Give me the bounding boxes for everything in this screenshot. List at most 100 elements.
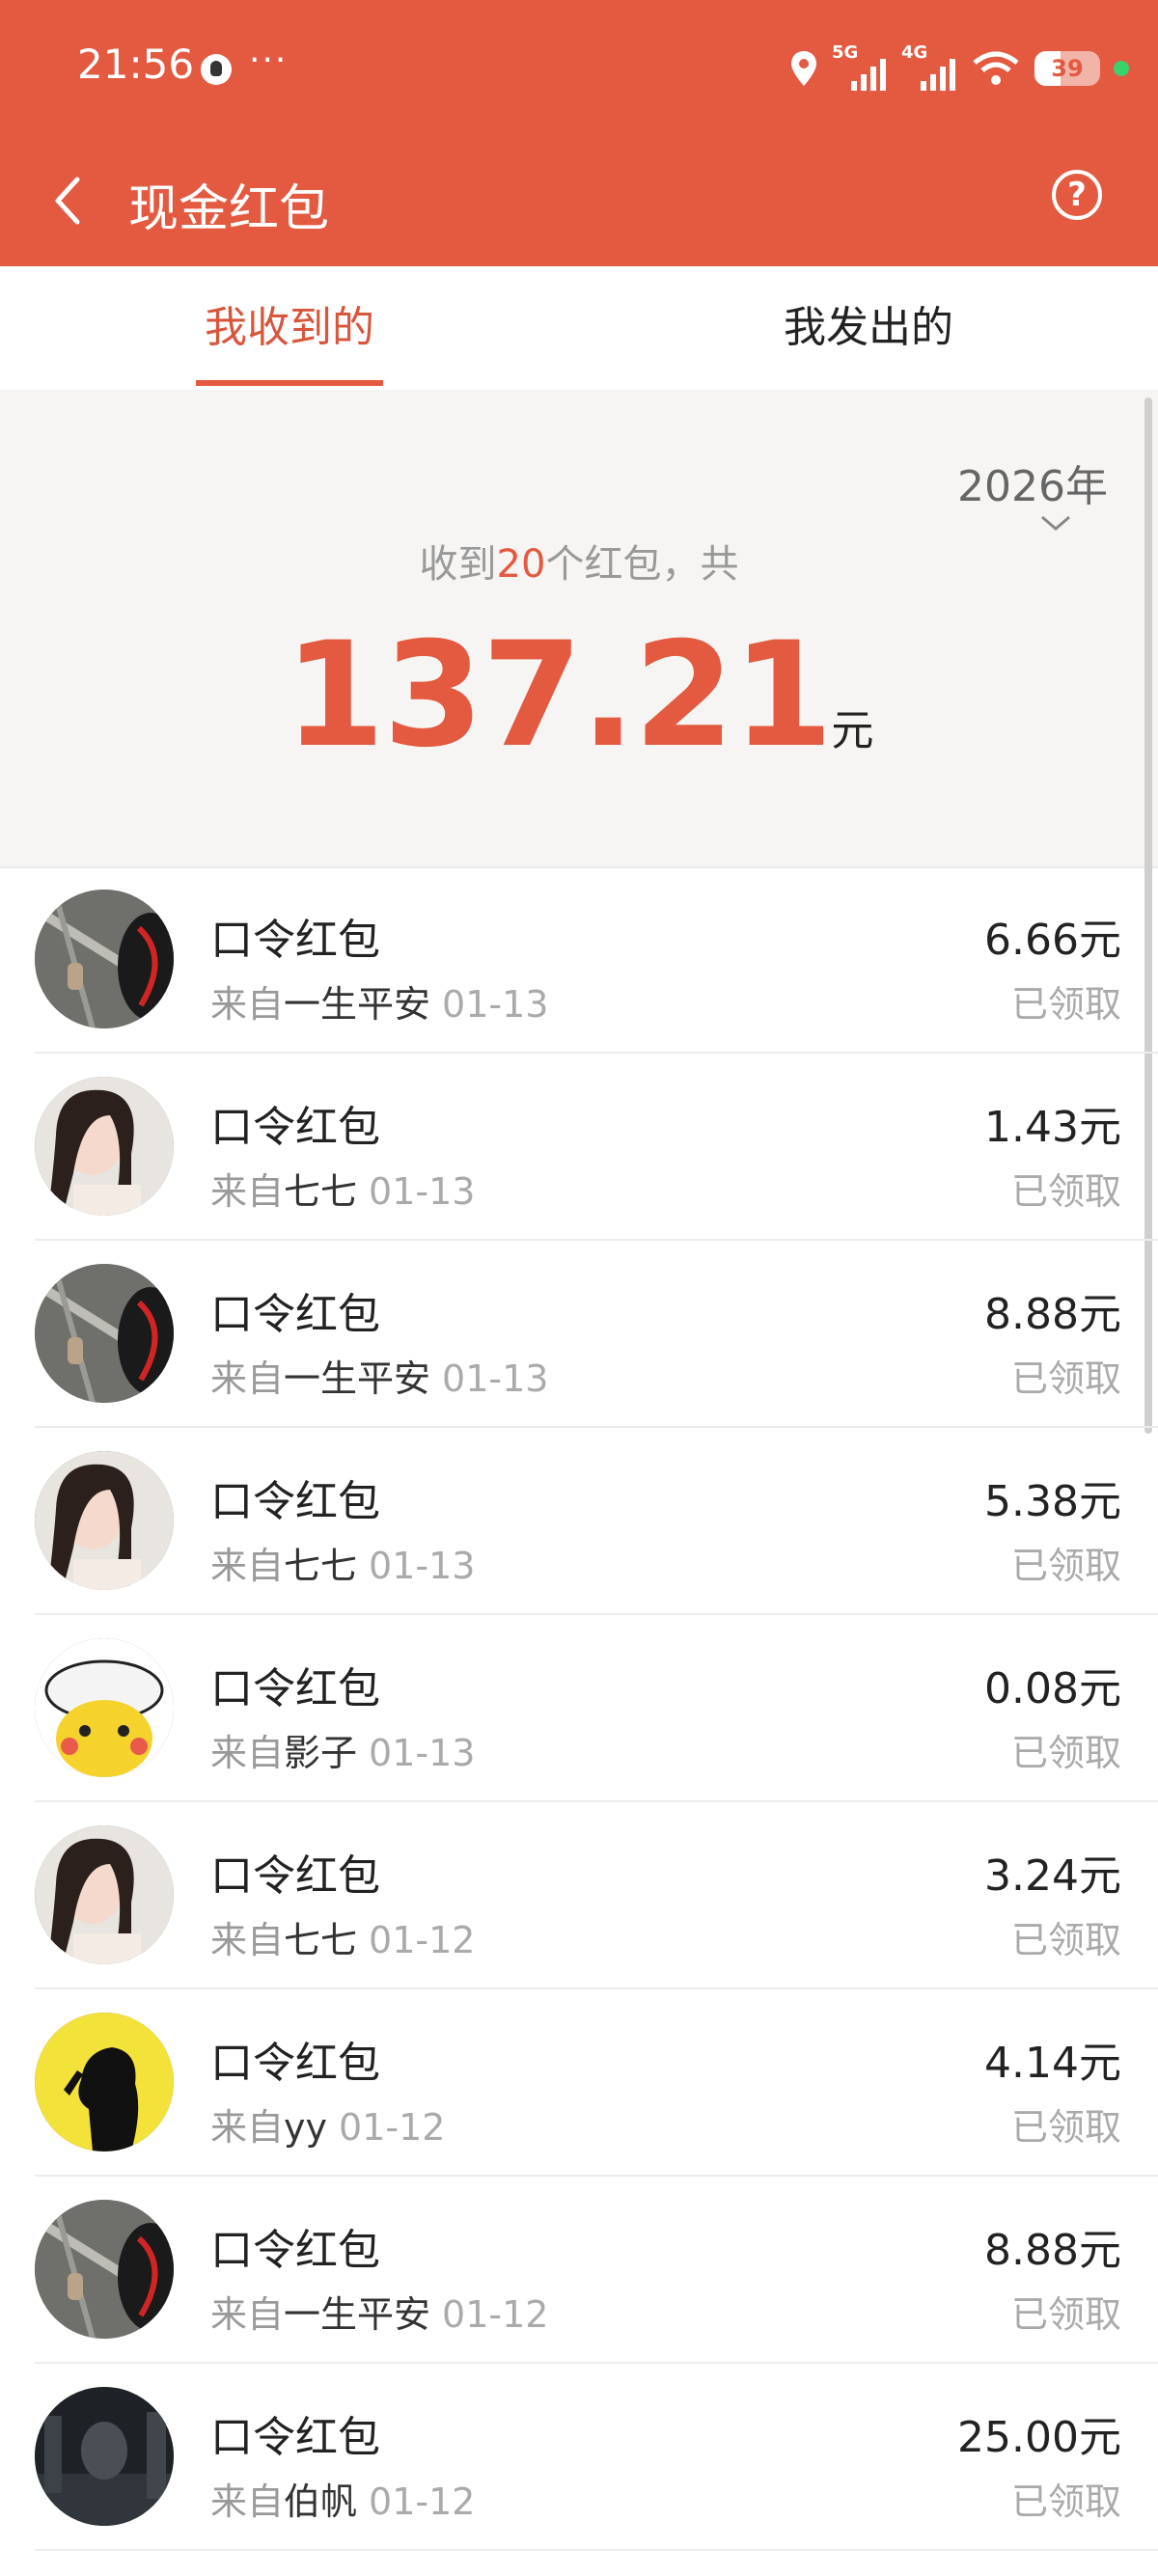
total-amount-line: 137.21元 [0, 612, 1158, 780]
list-item[interactable]: 口令红包 来自七七 01-12 3.24元 已领取 [0, 1802, 1158, 1989]
packet-source: 来自一生平安 01-13 [210, 983, 549, 1026]
packet-date: 01-13 [369, 1545, 476, 1587]
packet-date: 01-12 [442, 2293, 549, 2336]
avatar [35, 2387, 174, 2526]
packet-date: 01-12 [339, 2106, 446, 2149]
title-bar: 现金红包 ? [0, 135, 1158, 266]
packet-amount: 1.43元 [984, 1103, 1121, 1152]
avatar [35, 1638, 174, 1777]
packet-source: 来自伯帆 01-12 [210, 2480, 476, 2523]
sender-name: 影子 [284, 1732, 358, 1774]
packet-type: 口令红包 [210, 2039, 380, 2088]
packet-amount: 8.88元 [984, 1290, 1121, 1339]
packet-date: 01-12 [369, 1919, 476, 1961]
packet-status: 已领取 [1010, 1170, 1121, 1213]
packet-count: 20 [496, 542, 546, 587]
sender-name: 七七 [284, 1545, 358, 1587]
qq-notification-icon [201, 54, 232, 85]
sender-name: 一生平安 [284, 1357, 431, 1400]
packet-amount: 3.24元 [984, 1851, 1121, 1901]
packet-amount: 8.88元 [984, 2226, 1121, 2275]
packet-date: 01-13 [369, 1170, 476, 1213]
packet-date: 01-13 [442, 1357, 549, 1400]
active-tab-indicator [196, 380, 383, 386]
list-item[interactable]: 口令红包 来自伯帆 01-12 25.00元 已领取 [0, 2364, 1158, 2551]
avatar [35, 1825, 174, 1964]
packet-source: 来自影子 01-13 [210, 1732, 476, 1774]
sender-name: 七七 [284, 1919, 358, 1961]
packet-source: 来自七七 01-13 [210, 1545, 476, 1587]
status-time: 21:56 [77, 41, 195, 88]
packet-status: 已领取 [1010, 2480, 1121, 2523]
packet-amount: 5.38元 [984, 1477, 1121, 1526]
privacy-indicator-dot [1114, 61, 1129, 76]
list-item[interactable]: 口令红包 来自影子 01-13 0.08元 已领取 [0, 1615, 1158, 1802]
wifi-icon [973, 51, 1019, 85]
packet-source: 来自一生平安 01-13 [210, 1357, 549, 1400]
packet-source: 来自七七 01-13 [210, 1170, 476, 1213]
packet-source: 来自一生平安 01-12 [210, 2293, 549, 2336]
packet-amount: 4.14元 [984, 2039, 1121, 2088]
more-notifications-icon: ··· [249, 41, 289, 80]
packet-date: 01-13 [442, 983, 549, 1026]
list-item[interactable]: 口令红包 来自七七 01-13 1.43元 已领取 [0, 1054, 1158, 1241]
avatar [35, 890, 174, 1028]
list-item[interactable]: 口令红包 来自一生平安 01-13 8.88元 已领取 [0, 1241, 1158, 1428]
battery-level: 39 [1051, 55, 1084, 82]
battery-icon: 39 [1034, 51, 1100, 86]
packet-status: 已领取 [1010, 983, 1121, 1026]
avatar [35, 1451, 174, 1590]
packet-type: 口令红包 [210, 1851, 380, 1901]
packet-type: 口令红包 [210, 2413, 380, 2462]
page-title: 现金红包 [128, 180, 330, 238]
packet-type: 口令红包 [210, 1290, 380, 1339]
packet-source: 来自yy 01-12 [210, 2106, 446, 2149]
count-summary: 收到20个红包，共 [419, 542, 739, 587]
sender-name: 七七 [284, 1170, 358, 1213]
sender-name: 伯帆 [284, 2480, 358, 2523]
packet-amount: 6.66元 [984, 916, 1121, 965]
packet-status: 已领取 [1010, 2106, 1121, 2149]
list-item[interactable]: 口令红包 来自yy 01-12 4.14元 已领取 [0, 1989, 1158, 2177]
signal-5g-icon: 5G [832, 42, 888, 91]
signal-4g-icon: 4G [901, 42, 957, 91]
packet-date: 01-12 [369, 2480, 476, 2523]
help-icon[interactable]: ? [1052, 170, 1102, 220]
packet-status: 已领取 [1010, 1919, 1121, 1961]
location-icon [791, 51, 816, 86]
avatar [35, 2200, 174, 2339]
packet-amount: 0.08元 [984, 1664, 1121, 1713]
list-item[interactable]: 口令红包 来自七七 01-13 5.38元 已领取 [0, 1428, 1158, 1615]
packet-status: 已领取 [1010, 1545, 1121, 1587]
currency-unit: 元 [831, 706, 874, 755]
avatar [35, 1264, 174, 1403]
year-selector[interactable]: 2026年 [957, 452, 1108, 513]
packet-type: 口令红包 [210, 916, 380, 965]
packet-source: 来自七七 01-12 [210, 1919, 476, 1961]
tab-bar: 我收到的 我发出的 [0, 266, 1158, 392]
packet-status: 已领取 [1010, 1357, 1121, 1400]
packet-type: 口令红包 [210, 1664, 380, 1713]
red-packet-list: 口令红包 来自一生平安 01-13 6.66元 已领取 口令红包 来自七七 01-13 1.43… [0, 866, 1158, 2551]
packet-status: 已领取 [1010, 2293, 1121, 2336]
app-header: 21:56 ··· 5G 4G 39 现金红包 ? [0, 0, 1158, 266]
sender-name: yy [284, 2106, 327, 2149]
packet-amount: 25.00元 [957, 2413, 1121, 2462]
packet-type: 口令红包 [210, 1477, 380, 1526]
packet-type: 口令红包 [210, 1103, 380, 1152]
tab-received[interactable]: 我收到的 [0, 266, 579, 390]
packet-type: 口令红包 [210, 2226, 380, 2275]
packet-status: 已领取 [1010, 1732, 1121, 1774]
total-amount: 137.21 [284, 612, 834, 780]
summary-panel: 2026年 收到20个红包，共 137.21元 [0, 390, 1158, 868]
list-item[interactable]: 口令红包来自一生平安 01-12 8.88元已领取 [0, 2177, 1158, 2364]
chevron-down-icon[interactable] [1038, 513, 1073, 533]
back-arrow-icon[interactable] [48, 174, 87, 228]
sender-name: 一生平安 [284, 983, 431, 1026]
packet-date: 01-13 [369, 1732, 476, 1774]
avatar [35, 2013, 174, 2151]
avatar [35, 1077, 174, 1216]
tab-sent[interactable]: 我发出的 [579, 266, 1158, 390]
status-bar: 21:56 ··· 5G 4G 39 [0, 0, 1158, 135]
list-item[interactable]: 口令红包 来自一生平安 01-13 6.66元 已领取 [0, 866, 1158, 1054]
